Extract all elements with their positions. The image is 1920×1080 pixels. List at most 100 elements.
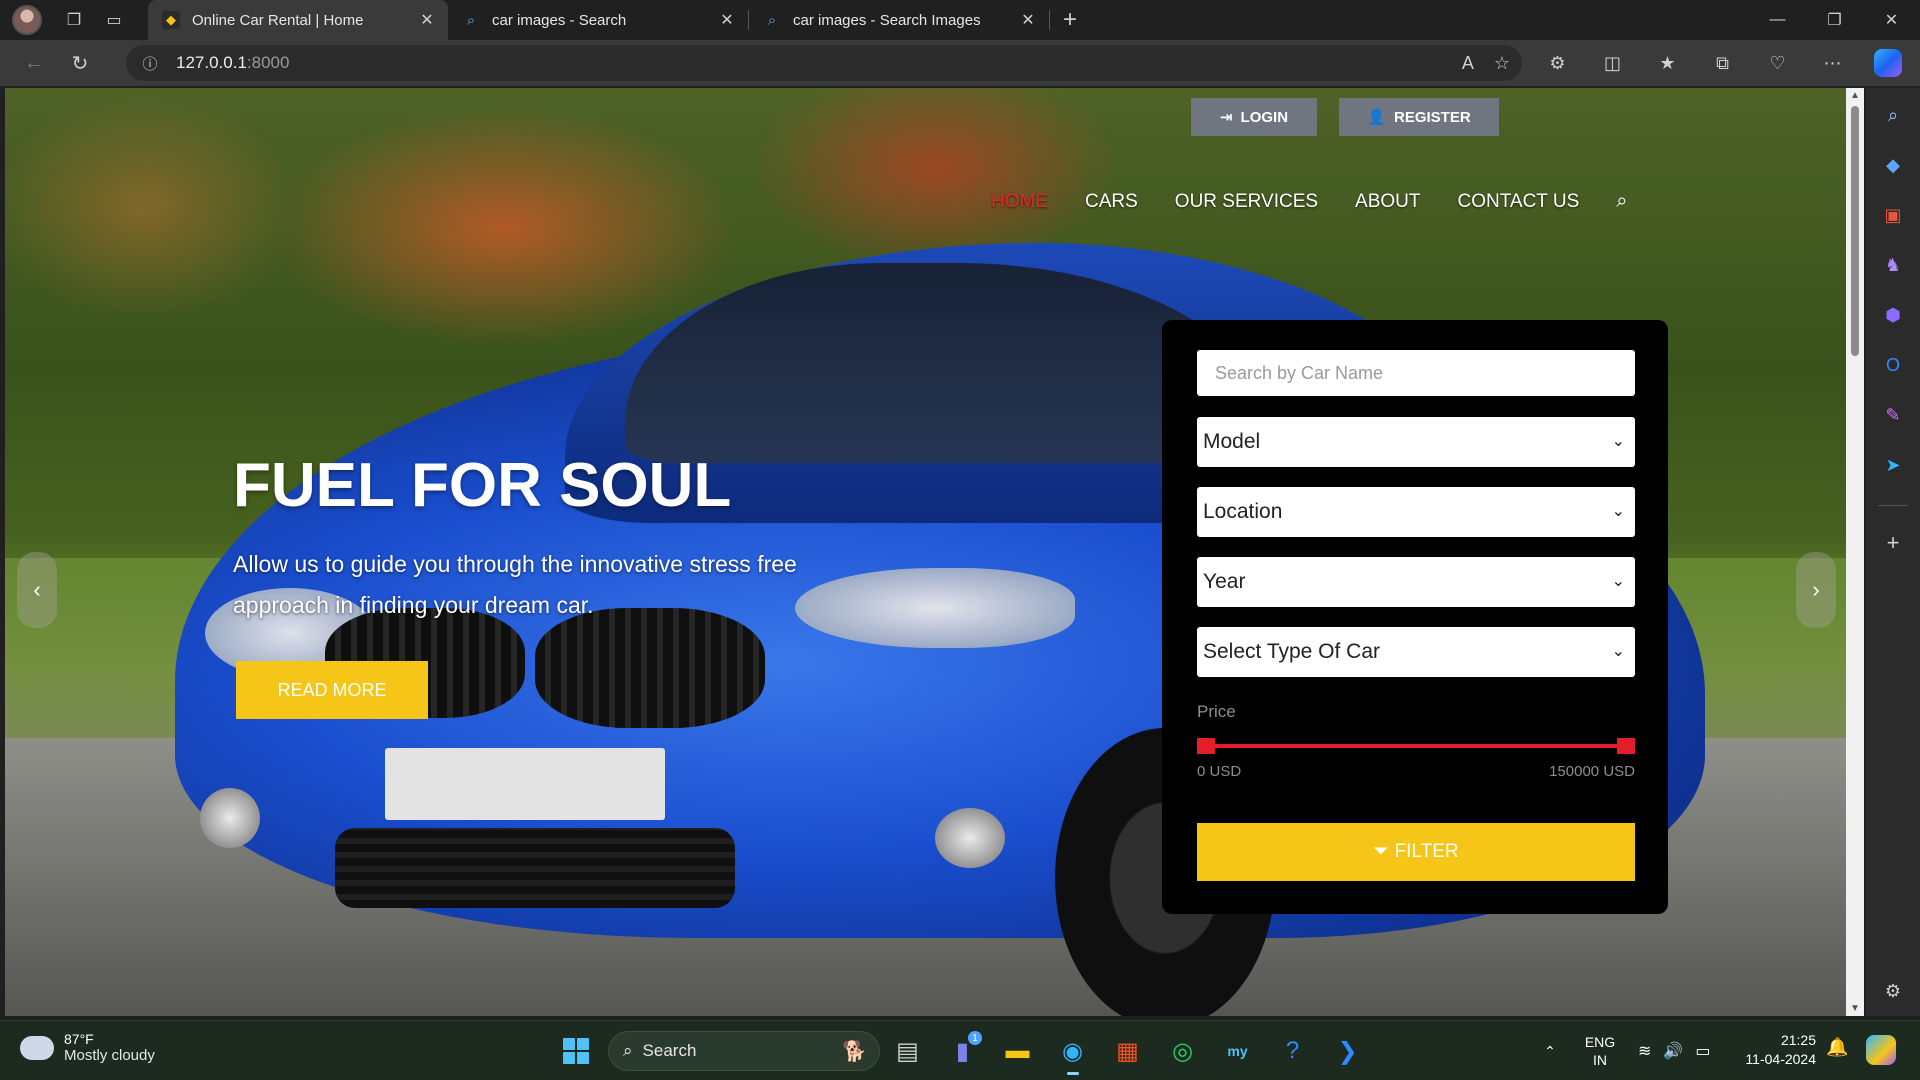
close-tab-icon[interactable]: ✕ — [1017, 10, 1039, 30]
workspaces-icon[interactable]: ❐ — [54, 4, 94, 36]
nav-our-services[interactable]: OUR SERVICES — [1175, 191, 1318, 213]
chevron-up-icon[interactable]: ⌃ — [1530, 1043, 1570, 1060]
location-select[interactable]: Location ⌄ — [1197, 487, 1635, 537]
car-type-select[interactable]: Select Type Of Car ⌄ — [1197, 627, 1635, 677]
nav-cars[interactable]: CARS — [1085, 191, 1138, 213]
nav-about[interactable]: ABOUT — [1355, 191, 1420, 213]
profile-avatar[interactable] — [12, 5, 42, 35]
region-code: IN — [1593, 1052, 1607, 1068]
minimize-icon[interactable]: — — [1749, 0, 1806, 40]
notification-bell-icon[interactable]: 🔔 — [1826, 1037, 1848, 1058]
tab-car-images-search-images[interactable]: ⌕ car images - Search Images ✕ — [749, 0, 1049, 40]
windows-taskbar: 87°F Mostly cloudy ⌕ Search 🐕 ▤ ▮ 1 ▬ ◉ ▦… — [0, 1020, 1920, 1080]
nav-home[interactable]: HOME — [991, 191, 1048, 213]
car-filter-panel: Search by Car Name Model ⌄ Location ⌄ Ye… — [1162, 320, 1668, 914]
read-more-button[interactable]: READ MORE — [236, 661, 428, 719]
register-button[interactable]: 👤 REGISTER — [1339, 98, 1499, 136]
tab-title: car images - Search — [492, 11, 627, 29]
site-logo-icon: ◆ — [162, 11, 180, 29]
site-info-icon[interactable]: ⓘ — [132, 53, 168, 74]
shopping-tag-icon[interactable]: ◆ — [1880, 152, 1906, 178]
microsoft-store-icon[interactable]: ▦ — [1100, 1027, 1155, 1075]
add-icon[interactable]: + — [1880, 530, 1906, 556]
mysql-workbench-icon[interactable]: my — [1210, 1027, 1265, 1075]
chevron-down-icon: ⌄ — [1611, 433, 1625, 450]
read-aloud-icon[interactable]: A — [1462, 53, 1474, 74]
collections-icon[interactable]: ⧉ — [1695, 40, 1750, 86]
price-slider-track[interactable] — [1197, 744, 1635, 748]
search-icon: ⌕ — [767, 11, 777, 29]
clock[interactable]: 21:25 11-04-2024 — [1730, 1031, 1816, 1069]
refresh-icon[interactable]: ↻ — [58, 45, 102, 81]
taskbar-search[interactable]: ⌕ Search 🐕 — [608, 1031, 880, 1071]
carousel-prev-button[interactable]: ‹ — [17, 552, 57, 628]
car-name-search-input[interactable]: Search by Car Name — [1197, 350, 1635, 396]
favorites-icon[interactable]: ★ — [1640, 40, 1695, 86]
price-slider-min-handle[interactable] — [1197, 738, 1215, 754]
language-indicator[interactable]: ENG IN — [1570, 1033, 1630, 1069]
extensions-icon[interactable]: ⚙ — [1530, 40, 1585, 86]
microsoft-365-icon[interactable]: ⬢ — [1880, 302, 1906, 328]
price-label: Price — [1197, 702, 1236, 721]
carousel-next-button[interactable]: › — [1796, 552, 1836, 628]
close-tab-icon[interactable]: ✕ — [716, 10, 738, 30]
games-icon[interactable]: ♞ — [1880, 252, 1906, 278]
back-icon[interactable]: ← — [12, 45, 56, 81]
split-screen-icon[interactable]: ◫ — [1585, 40, 1640, 86]
send-icon[interactable]: ➤ — [1880, 452, 1906, 478]
tab-car-images-search[interactable]: ⌕ car images - Search ✕ — [448, 0, 748, 40]
tools-briefcase-icon[interactable]: ▣ — [1880, 202, 1906, 228]
help-icon[interactable]: ? — [1265, 1027, 1320, 1075]
search-icon[interactable]: ⌕ — [1880, 102, 1906, 128]
favorite-star-icon[interactable]: ☆ — [1494, 53, 1510, 74]
tab-title: car images - Search Images — [793, 11, 981, 29]
login-button[interactable]: ⇥ LOGIN — [1191, 98, 1317, 136]
whatsapp-icon[interactable]: ◎ — [1155, 1027, 1210, 1075]
taskbar-apps: ⌕ Search 🐕 ▤ ▮ 1 ▬ ◉ ▦ ◎ my ? ❯ — [552, 1027, 1375, 1075]
language-code: ENG — [1584, 1034, 1616, 1050]
page-scrollbar[interactable]: ▲ ▼ — [1846, 88, 1864, 1016]
chevron-right-icon: › — [1812, 577, 1820, 602]
browser-essentials-icon[interactable]: ♡ — [1750, 40, 1805, 86]
settings-icon[interactable]: ⚙ — [1880, 978, 1906, 1004]
time: 21:25 — [1780, 1032, 1816, 1048]
tab-actions-icon[interactable]: ▭ — [94, 4, 134, 36]
outlook-icon[interactable]: O — [1880, 352, 1906, 378]
weather-condition: Mostly cloudy — [64, 1047, 155, 1064]
file-explorer-icon[interactable]: ▬ — [990, 1027, 1045, 1075]
more-menu-icon[interactable]: ⋯ — [1805, 40, 1860, 86]
task-view-icon[interactable]: ▤ — [880, 1027, 935, 1075]
search-icon[interactable]: ⌕ — [1616, 190, 1627, 213]
new-tab-icon[interactable]: + — [1050, 6, 1090, 34]
filter-button[interactable]: ⏷ FILTER — [1197, 823, 1635, 881]
edge-browser-icon[interactable]: ◉ — [1045, 1027, 1100, 1075]
system-icons[interactable]: ≋ 🔊 ▭ — [1638, 1041, 1710, 1061]
vscode-icon[interactable]: ❯ — [1320, 1027, 1375, 1075]
url-host: 127.0.0.1 — [176, 53, 247, 72]
scroll-down-icon[interactable]: ▼ — [1849, 1003, 1861, 1014]
window-controls: — ❐ ✕ — [1749, 0, 1920, 40]
model-select[interactable]: Model ⌄ — [1197, 417, 1635, 467]
nav-contact-us[interactable]: CONTACT US — [1458, 191, 1580, 213]
teams-icon[interactable]: ▮ 1 — [935, 1027, 990, 1075]
sign-in-icon: ⇥ — [1219, 109, 1233, 126]
close-tab-icon[interactable]: ✕ — [416, 10, 438, 30]
year-select[interactable]: Year ⌄ — [1197, 557, 1635, 607]
weather-widget[interactable]: 87°F Mostly cloudy — [18, 1029, 155, 1064]
close-window-icon[interactable]: ✕ — [1863, 0, 1920, 40]
price-max-value: 150000 USD — [1549, 763, 1635, 780]
address-bar-row: ← ↻ ⓘ 127.0.0.1:8000 A ☆ ⚙ ◫ ★ ⧉ ♡ ⋯ — [0, 40, 1920, 86]
tab-title: Online Car Rental | Home — [192, 11, 364, 29]
tab-online-car-rental[interactable]: ◆ Online Car Rental | Home ✕ — [148, 0, 448, 40]
designer-icon[interactable]: ✎ — [1880, 402, 1906, 428]
price-slider-max-handle[interactable] — [1617, 738, 1635, 754]
scroll-up-icon[interactable]: ▲ — [1849, 90, 1861, 101]
volume-icon: 🔊 — [1663, 1043, 1684, 1060]
start-button[interactable] — [552, 1027, 600, 1075]
copilot-icon[interactable] — [1860, 40, 1915, 86]
address-bar[interactable]: ⓘ 127.0.0.1:8000 A ☆ — [126, 45, 1522, 81]
url-port: :8000 — [246, 53, 290, 72]
scrollbar-thumb[interactable] — [1851, 106, 1859, 356]
restore-icon[interactable]: ❐ — [1806, 0, 1863, 40]
copilot-taskbar-icon[interactable] — [1866, 1035, 1896, 1065]
